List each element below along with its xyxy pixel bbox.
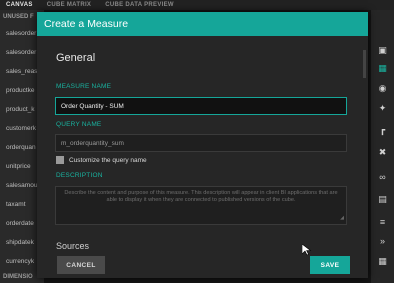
stack-icon[interactable]: ≡	[376, 215, 389, 228]
scrollbar-thumb[interactable]	[363, 50, 366, 78]
customize-query-name-label: Customize the query name	[69, 156, 147, 164]
book-icon[interactable]: ▤	[376, 193, 389, 206]
dialog-footer: CANCEL SAVE	[37, 250, 368, 278]
cube-icon[interactable]: ▣	[376, 44, 389, 57]
measure-name-label: MEASURE NAME	[56, 83, 112, 90]
right-toolbar: ▣ ▦ ◉ ✦ ┏ ✖ ∞ ▤ ≡ » ▦	[371, 10, 394, 283]
binoculars-icon[interactable]: ∞	[376, 170, 389, 183]
tab-cube-data-preview[interactable]: CUBE DATA PREVIEW	[105, 2, 174, 8]
calendar-icon[interactable]: ▦	[376, 255, 389, 268]
description-label: DESCRIPTION	[56, 172, 103, 179]
dialog-title: Create a Measure	[37, 12, 368, 36]
table-icon[interactable]: ▦	[376, 62, 389, 75]
sources-section-title: Sources	[56, 241, 90, 250]
query-name-input[interactable]: m_orderquantity_sum	[55, 134, 347, 152]
customize-query-name-row[interactable]: Customize the query name	[56, 156, 147, 164]
description-textarea[interactable]: Describe the content and purpose of this…	[55, 186, 347, 225]
customize-query-name-checkbox[interactable]	[56, 156, 64, 164]
cancel-button[interactable]: CANCEL	[57, 256, 105, 274]
tab-canvas[interactable]: CANVAS	[6, 2, 33, 8]
dialog-scrollbar[interactable]	[363, 48, 366, 248]
resize-handle-icon[interactable]: ◢	[340, 215, 344, 222]
dialog-body: General MEASURE NAME Order Quantity - SU…	[37, 36, 368, 250]
general-section-title: General	[56, 52, 96, 64]
create-measure-dialog: Create a Measure General MEASURE NAME Or…	[37, 12, 368, 278]
eye-icon[interactable]: ◉	[376, 82, 389, 95]
query-name-label: QUERY NAME	[56, 121, 102, 128]
mouse-cursor-icon	[302, 244, 312, 256]
tab-cube-matrix[interactable]: CUBE MATRIX	[47, 2, 92, 8]
tool-icon[interactable]: ✖	[376, 146, 389, 159]
chevrons-down-icon[interactable]: »	[376, 234, 389, 247]
wand-icon[interactable]: ✦	[376, 102, 389, 115]
crop-icon[interactable]: ┏	[376, 124, 389, 137]
description-placeholder: Describe the content and purpose of this…	[64, 190, 338, 204]
top-tab-bar: CANVAS CUBE MATRIX CUBE DATA PREVIEW	[0, 0, 394, 10]
save-button[interactable]: SAVE	[310, 256, 350, 274]
measure-name-input[interactable]: Order Quantity - SUM	[55, 97, 347, 115]
